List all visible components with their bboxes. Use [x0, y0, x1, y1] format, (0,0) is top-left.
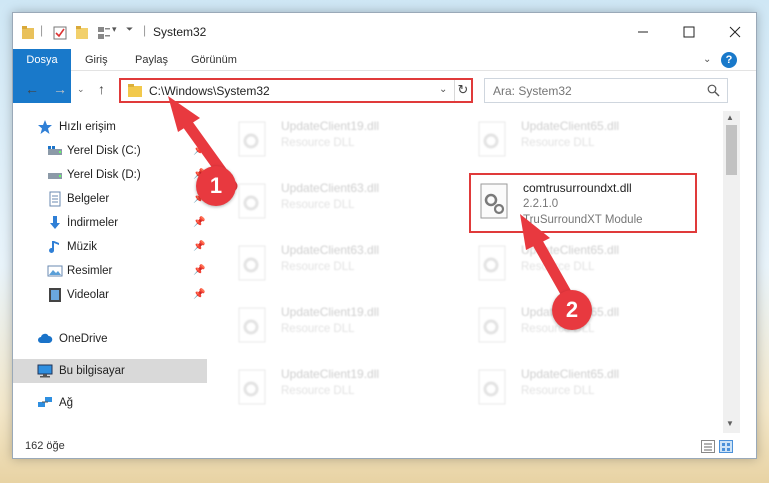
dll-file-icon — [478, 245, 506, 281]
callout-badge-1: 1 — [196, 166, 236, 206]
item-count: 162 öğe — [25, 440, 65, 452]
recent-locations-icon[interactable]: ⌄ — [77, 84, 85, 95]
customize-icon[interactable] — [97, 25, 111, 41]
dll-file-icon — [238, 245, 266, 281]
minimize-button[interactable] — [620, 19, 666, 45]
callout-badge-2: 2 — [552, 290, 592, 330]
file-item[interactable]: UpdateClient65.dll Resource DLL — [473, 115, 693, 169]
file-item[interactable]: UpdateClient63.dll Resource DLL — [233, 239, 453, 293]
computer-icon — [37, 364, 53, 378]
ribbon-tabs: Dosya Giriş Paylaş Görünüm ⌄ ? — [13, 49, 756, 103]
address-bar[interactable]: C:\Windows\System32 ⌄ ↻ — [119, 78, 473, 103]
tab-view[interactable]: Görünüm — [191, 49, 237, 71]
dll-file-icon — [478, 369, 506, 405]
maximize-icon — [683, 26, 695, 38]
sidebar-item-quick-access[interactable]: Hızlı erişim — [13, 115, 207, 139]
scroll-up-icon[interactable]: ▲ — [726, 113, 734, 122]
star-icon — [38, 120, 52, 134]
pin-icon[interactable]: 📌 — [193, 259, 205, 283]
file-item[interactable]: UpdateClient19.dll Resource DLL — [233, 115, 453, 169]
pin-icon[interactable]: 📌 — [193, 283, 205, 307]
sidebar-item-network[interactable]: Ağ — [13, 391, 207, 415]
music-icon — [49, 241, 59, 253]
properties-icon[interactable] — [53, 25, 67, 41]
title-bar: | ▾ ⏷ | System32 — [13, 13, 756, 49]
search-input[interactable] — [493, 80, 693, 101]
sidebar-item-this-pc[interactable]: Bu bilgisayar — [13, 359, 207, 383]
sidebar-item-videos[interactable]: Videolar 📌 — [13, 283, 207, 307]
pin-icon[interactable]: 📌 — [193, 235, 205, 259]
tab-share[interactable]: Paylaş — [135, 49, 168, 71]
close-button[interactable] — [712, 19, 758, 45]
qa-customize-arrow-icon[interactable]: ⏷ — [126, 24, 133, 40]
forward-arrow-icon[interactable]: → — [53, 81, 67, 97]
file-item[interactable]: UpdateClient63.dll Resource DLL — [233, 177, 453, 231]
toolbar-divider: | — [143, 23, 147, 37]
folder-icon — [22, 26, 34, 39]
back-arrow-icon[interactable]: ← — [25, 81, 39, 97]
search-box[interactable] — [484, 78, 728, 103]
file-item[interactable]: UpdateClient65.dll Resource DLL — [473, 239, 693, 293]
scrollbar-thumb[interactable] — [726, 125, 737, 175]
refresh-icon: ↻ — [457, 82, 469, 97]
close-icon — [729, 26, 741, 38]
ribbon-expand-icon[interactable]: ⌄ — [703, 54, 711, 65]
video-icon — [49, 288, 61, 302]
qa-dropdown-icon[interactable]: ▾ — [112, 24, 117, 40]
file-item[interactable]: UpdateClient65.dll Resource DLL — [473, 363, 693, 417]
dll-file-icon — [238, 121, 266, 157]
up-arrow-icon[interactable]: ↑ — [98, 81, 105, 97]
explorer-window: | ▾ ⏷ | System32 Dosya Giriş Paylaş Görü… — [12, 12, 757, 459]
address-path: C:\Windows\System32 — [149, 84, 270, 98]
navigation-pane: Hızlı erişim Yerel Disk (C:) 📌 Yerel Dis… — [13, 113, 209, 433]
maximize-button[interactable] — [666, 19, 712, 45]
pin-icon[interactable]: 📌 — [193, 211, 205, 235]
new-folder-icon[interactable] — [75, 25, 89, 41]
address-dropdown-icon[interactable]: ⌄ — [439, 84, 447, 95]
help-button[interactable]: ? — [721, 52, 737, 68]
drive-icon — [48, 173, 62, 179]
sidebar-item-onedrive[interactable]: OneDrive — [13, 327, 207, 351]
cloud-icon — [38, 333, 53, 343]
file-list: UpdateClient19.dll Resource DLL UpdateCl… — [213, 113, 723, 433]
minimize-icon — [638, 31, 648, 33]
sidebar-item-downloads[interactable]: İndirmeler 📌 — [13, 211, 207, 235]
download-icon — [50, 216, 60, 229]
vertical-scrollbar[interactable]: ▲ ▼ — [723, 111, 740, 433]
search-icon — [707, 84, 720, 97]
pin-icon[interactable]: 📌 — [193, 139, 205, 163]
toolbar-divider: | — [40, 23, 44, 37]
dll-file-icon — [238, 307, 266, 343]
scroll-down-icon[interactable]: ▼ — [726, 419, 734, 428]
dll-file-icon — [238, 183, 266, 219]
window-title: System32 — [153, 25, 207, 39]
refresh-button[interactable]: ↻ — [454, 80, 471, 101]
tab-home[interactable]: Giriş — [85, 49, 108, 71]
pictures-icon — [47, 265, 63, 277]
dll-file-icon — [238, 369, 266, 405]
navigation-bar: ← → ⌄ ↑ C:\Windows\System32 ⌄ ↻ — [13, 73, 756, 107]
sidebar-item-documents[interactable]: Belgeler 📌 — [13, 187, 207, 211]
file-item[interactable]: UpdateClient19.dll Resource DLL — [233, 301, 453, 355]
sidebar-item-music[interactable]: Müzik 📌 — [13, 235, 207, 259]
sidebar-item-drive-c[interactable]: Yerel Disk (C:) 📌 — [13, 139, 207, 163]
large-icons-view-icon[interactable] — [719, 440, 733, 453]
network-icon — [38, 397, 52, 407]
documents-icon — [49, 191, 61, 207]
dll-file-icon — [478, 121, 506, 157]
drive-icon — [48, 146, 62, 155]
dll-file-icon — [478, 307, 506, 343]
sidebar-item-pictures[interactable]: Resimler 📌 — [13, 259, 207, 283]
target-file-highlight — [469, 173, 697, 233]
status-bar: 162 öğe — [13, 435, 756, 459]
details-view-icon[interactable] — [701, 440, 715, 453]
sidebar-item-drive-d[interactable]: Yerel Disk (D:) 📌 — [13, 163, 207, 187]
folder-icon — [128, 84, 142, 97]
file-item[interactable]: UpdateClient19.dll Resource DLL — [233, 363, 453, 417]
